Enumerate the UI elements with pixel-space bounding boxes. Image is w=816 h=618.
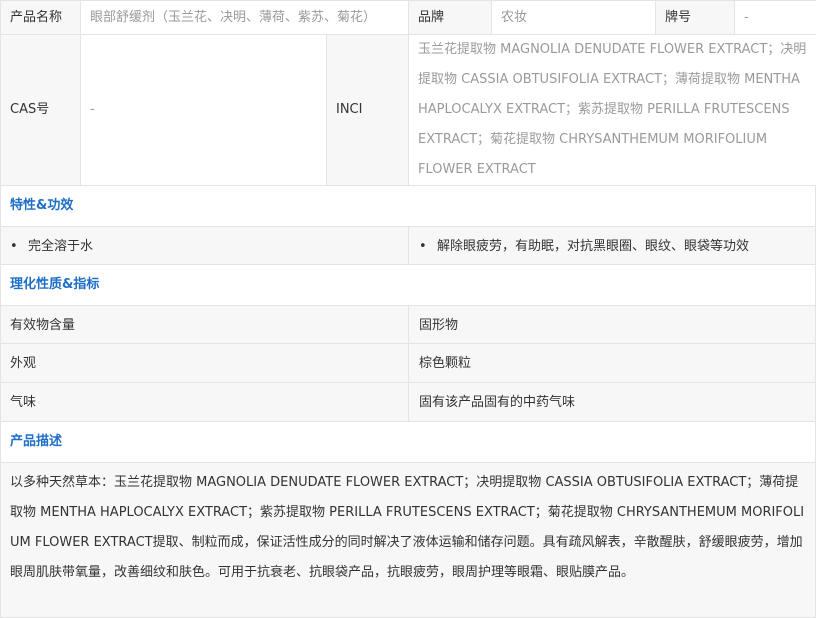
feature-text: 解除眼疲劳，有助眠，对抗黑眼圈、眼纹、眼袋等功效 bbox=[437, 239, 749, 254]
properties-section-title: 理化性质&指标 bbox=[0, 265, 816, 305]
property-label: 气味 bbox=[0, 383, 409, 422]
property-row: 外观 棕色颗粒 bbox=[0, 344, 816, 383]
inci-label: INCI bbox=[327, 35, 409, 186]
feature-item: •解除眼疲劳，有助眠，对抗黑眼圈、眼纹、眼袋等功效 bbox=[409, 226, 816, 265]
product-name-value: 眼部舒缓剂（玉兰花、决明、薄荷、紫苏、菊花） bbox=[81, 1, 409, 35]
features-row: •完全溶于水 •解除眼疲劳，有助眠，对抗黑眼圈、眼纹、眼袋等功效 bbox=[0, 226, 816, 265]
info-row-name: 产品名称 眼部舒缓剂（玉兰花、决明、薄荷、紫苏、菊花） 品牌 农妆 牌号 - bbox=[1, 1, 816, 35]
product-name-label: 产品名称 bbox=[1, 1, 81, 35]
property-row: 气味 固有该产品固有的中药气味 bbox=[0, 383, 816, 422]
model-value: - bbox=[735, 1, 816, 35]
property-label: 外观 bbox=[0, 344, 409, 383]
cas-label: CAS号 bbox=[1, 35, 81, 186]
brand-label: 品牌 bbox=[409, 1, 492, 35]
product-detail-page: 产品名称 眼部舒缓剂（玉兰花、决明、薄荷、紫苏、菊花） 品牌 农妆 牌号 - C… bbox=[0, 0, 816, 618]
inci-value: 玉兰花提取物 MAGNOLIA DENUDATE FLOWER EXTRACT；… bbox=[409, 35, 816, 186]
property-value: 固有该产品固有的中药气味 bbox=[409, 383, 816, 422]
features-section-title: 特性&功效 bbox=[0, 186, 816, 226]
product-info-table: 产品名称 眼部舒缓剂（玉兰花、决明、薄荷、紫苏、菊花） 品牌 农妆 牌号 - C… bbox=[0, 0, 816, 186]
info-row-cas: CAS号 - INCI 玉兰花提取物 MAGNOLIA DENUDATE FLO… bbox=[1, 35, 816, 186]
description-text: 以多种天然草本：玉兰花提取物 MAGNOLIA DENUDATE FLOWER … bbox=[0, 462, 816, 618]
property-label: 有效物含量 bbox=[0, 305, 409, 344]
bullet-icon: • bbox=[10, 227, 28, 266]
brand-value: 农妆 bbox=[492, 1, 656, 35]
cas-value: - bbox=[81, 35, 327, 186]
feature-text: 完全溶于水 bbox=[28, 239, 93, 254]
property-value: 固形物 bbox=[409, 305, 816, 344]
description-section-title: 产品描述 bbox=[0, 422, 816, 462]
property-value: 棕色颗粒 bbox=[409, 344, 816, 383]
feature-item: •完全溶于水 bbox=[0, 226, 409, 265]
bullet-icon: • bbox=[419, 227, 437, 266]
model-label: 牌号 bbox=[656, 1, 735, 35]
property-row: 有效物含量 固形物 bbox=[0, 305, 816, 344]
